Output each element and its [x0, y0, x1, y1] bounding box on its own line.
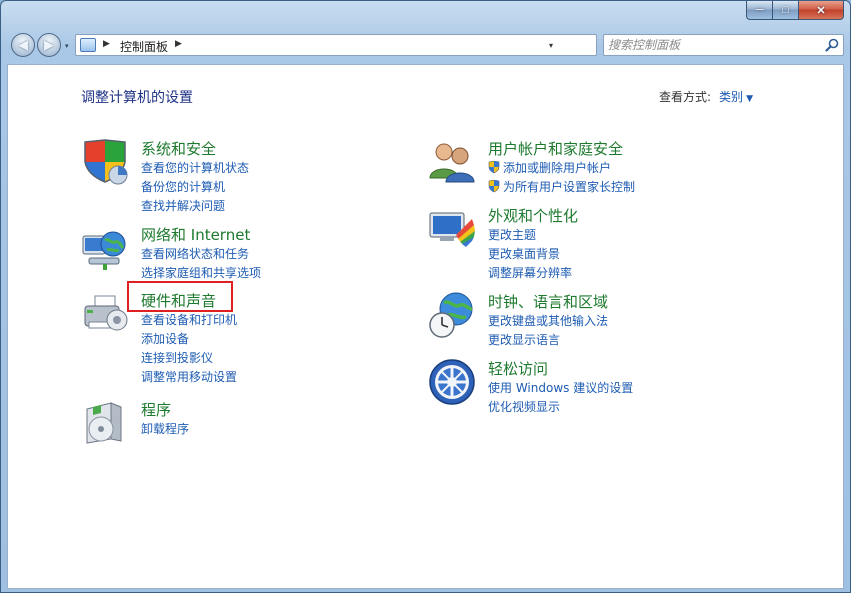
appearance-icon[interactable]	[428, 205, 476, 253]
forward-button[interactable]: ▶	[37, 33, 61, 57]
link-network-status[interactable]: 查看网络状态和任务	[141, 245, 261, 264]
uac-shield-icon	[488, 180, 500, 193]
view-by: 查看方式: 类别 ▼	[659, 88, 753, 105]
category-title[interactable]: 网络和 Internet	[141, 224, 250, 245]
link-mobility-settings[interactable]: 调整常用移动设置	[141, 368, 237, 387]
address-dropdown[interactable]: ▾	[542, 35, 560, 55]
link-add-device[interactable]: 添加设备	[141, 330, 237, 349]
uac-shield-icon	[488, 161, 500, 174]
search-input[interactable]	[608, 37, 818, 53]
category-title[interactable]: 程序	[141, 399, 171, 420]
network-globe-icon[interactable]	[81, 224, 129, 272]
back-arrow-icon: ◀	[18, 37, 28, 53]
link-view-computer-status[interactable]: 查看您的计算机状态	[141, 159, 249, 178]
link-parental-controls[interactable]: 为所有用户设置家长控制	[488, 178, 635, 197]
category-title[interactable]: 用户帐户和家庭安全	[488, 138, 623, 159]
control-panel-window: ─ □ ✕ ◀ ▶ ▾ ▶ 控制面板 ▶ ▾ ↻ 调整计算机的设置 查看方式: 类…	[0, 0, 851, 593]
breadcrumb-separator-icon[interactable]: ▶	[175, 39, 182, 49]
page-title: 调整计算机的设置	[81, 90, 193, 106]
search-box	[603, 34, 844, 56]
recent-pages-dropdown[interactable]: ▾	[65, 42, 69, 50]
link-screen-resolution[interactable]: 调整屏幕分辨率	[488, 264, 572, 283]
back-button[interactable]: ◀	[11, 33, 35, 57]
close-button[interactable]: ✕	[799, 1, 844, 20]
ease-of-access-icon[interactable]	[428, 358, 476, 406]
search-icon[interactable]	[825, 38, 839, 52]
link-recommended-settings[interactable]: 使用 Windows 建议的设置	[488, 379, 633, 398]
programs-icon[interactable]	[81, 399, 129, 447]
link-label: 添加或删除用户帐户	[503, 161, 612, 175]
view-by-dropdown[interactable]: 类别	[719, 90, 743, 104]
printer-icon[interactable]	[81, 290, 129, 338]
breadcrumb-control-panel[interactable]: 控制面板	[120, 38, 168, 55]
link-keyboard-input[interactable]: 更改键盘或其他输入法	[488, 312, 608, 331]
control-panel-icon	[80, 38, 96, 52]
view-by-caret-icon[interactable]: ▼	[746, 94, 753, 104]
category-title[interactable]: 外观和个性化	[488, 205, 578, 226]
content-pane: 调整计算机的设置 查看方式: 类别 ▼ 系统和安全 查看您的计算机状态 备份您的计算…	[7, 64, 844, 589]
link-display-language[interactable]: 更改显示语言	[488, 331, 608, 350]
forward-arrow-icon: ▶	[44, 37, 54, 53]
maximize-button[interactable]: □	[773, 1, 799, 20]
navigation-bar: ◀ ▶ ▾ ▶ 控制面板 ▶ ▾ ↻	[9, 31, 844, 59]
minimize-button[interactable]: ─	[746, 1, 773, 20]
link-change-theme[interactable]: 更改主题	[488, 226, 572, 245]
category-title[interactable]: 时钟、语言和区域	[488, 291, 608, 312]
users-icon[interactable]	[428, 138, 476, 186]
link-optimize-display[interactable]: 优化视频显示	[488, 398, 633, 417]
category-title[interactable]: 轻松访问	[488, 358, 548, 379]
maximize-icon: □	[782, 4, 789, 16]
caption-buttons: ─ □ ✕	[746, 1, 844, 20]
minimize-icon: ─	[755, 4, 764, 16]
close-icon: ✕	[816, 4, 826, 17]
security-shield-icon[interactable]	[81, 138, 129, 186]
highlight-box	[127, 281, 233, 312]
link-desktop-background[interactable]: 更改桌面背景	[488, 245, 572, 264]
category-title[interactable]: 系统和安全	[141, 138, 216, 159]
link-devices-printers[interactable]: 查看设备和打印机	[141, 311, 237, 330]
link-add-remove-accounts[interactable]: 添加或删除用户帐户	[488, 159, 635, 178]
view-by-label: 查看方式:	[659, 90, 712, 104]
clock-globe-icon[interactable]	[428, 291, 476, 339]
link-troubleshoot[interactable]: 查找并解决问题	[141, 197, 249, 216]
link-connect-projector[interactable]: 连接到投影仪	[141, 349, 237, 368]
link-label: 为所有用户设置家长控制	[503, 180, 636, 194]
link-uninstall-program[interactable]: 卸载程序	[141, 420, 189, 439]
address-bar[interactable]: ▶ 控制面板 ▶ ▾ ↻	[75, 34, 664, 56]
link-backup-computer[interactable]: 备份您的计算机	[141, 178, 249, 197]
breadcrumb-separator-icon[interactable]: ▶	[103, 39, 110, 49]
